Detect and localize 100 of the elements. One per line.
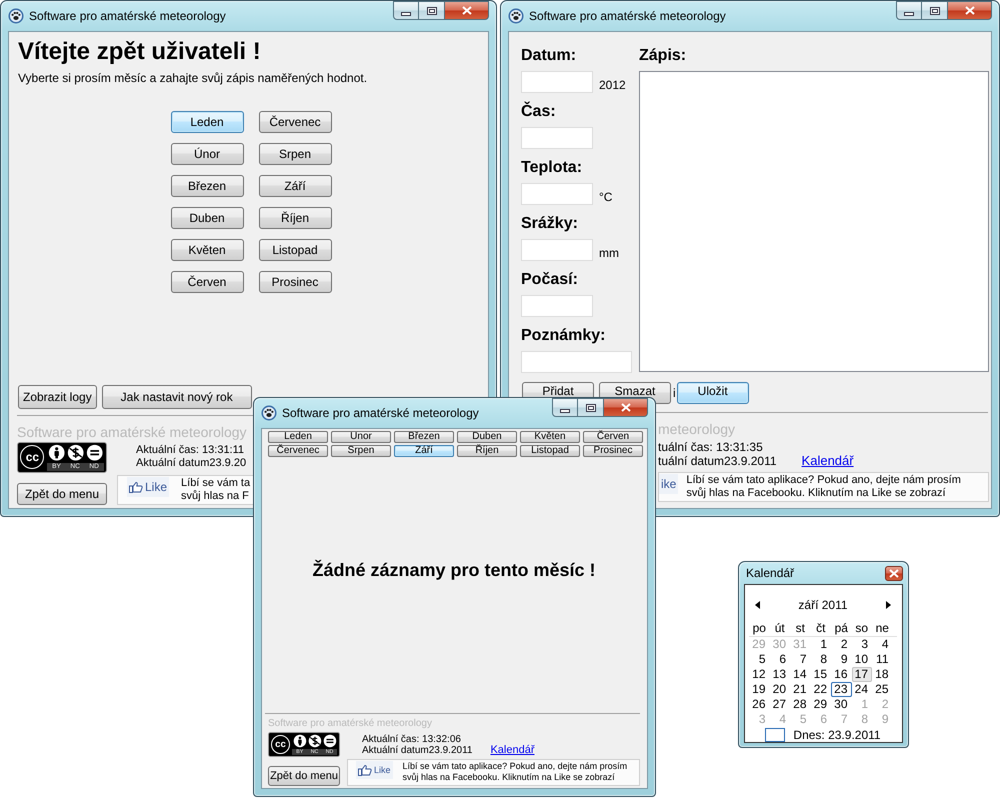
show-logs-button[interactable]: Zobrazit logy bbox=[18, 384, 97, 409]
minimize-button[interactable] bbox=[393, 1, 419, 20]
minimize-icon[interactable] bbox=[560, 408, 570, 412]
minimize-button[interactable] bbox=[552, 398, 578, 417]
month-button[interactable]: Duben bbox=[457, 431, 517, 443]
input-field[interactable] bbox=[521, 183, 593, 205]
maximize-button[interactable] bbox=[578, 398, 604, 417]
calendar-day[interactable]: 15 bbox=[810, 667, 831, 682]
minimize-button[interactable] bbox=[896, 1, 922, 20]
month-button[interactable]: Prosinec bbox=[258, 271, 332, 293]
intro-text: Vyberte si prosím měsíc a zahajte svůj zápis naměřených hodnot. bbox=[18, 71, 368, 85]
back-to-menu-button[interactable]: Zpět do menu bbox=[268, 766, 340, 786]
close-button[interactable] bbox=[604, 398, 648, 417]
month-button[interactable]: Listopad bbox=[520, 445, 580, 457]
calendar-day[interactable]: 7 bbox=[790, 652, 810, 667]
close-button[interactable] bbox=[445, 1, 489, 20]
calendar-day[interactable]: 27 bbox=[770, 697, 790, 712]
today-link[interactable]: Dnes: 23.9.2011 bbox=[793, 728, 881, 742]
calendar-day[interactable]: 6 bbox=[770, 652, 790, 667]
calendar-day[interactable]: 18 bbox=[872, 667, 892, 682]
calendar-day[interactable]: 26 bbox=[749, 697, 770, 712]
back-to-menu-button[interactable]: Zpět do menu bbox=[17, 483, 107, 505]
month-button[interactable]: Leden bbox=[268, 431, 328, 443]
calendar-day[interactable]: 16 bbox=[831, 667, 852, 682]
calendar-link[interactable]: Kalendář bbox=[490, 744, 534, 756]
calendar-day[interactable]: 25 bbox=[872, 682, 892, 697]
right-arrow-icon[interactable] bbox=[886, 601, 891, 609]
calendar-day[interactable]: 4 bbox=[872, 637, 892, 652]
month-button[interactable]: Říjen bbox=[258, 207, 332, 229]
calendar-day[interactable]: 3 bbox=[852, 637, 872, 652]
weekday-label: pá bbox=[834, 621, 849, 636]
month-button[interactable]: Listopad bbox=[258, 239, 332, 261]
input-field[interactable] bbox=[521, 295, 593, 317]
maximize-icon[interactable] bbox=[586, 404, 596, 412]
maximize-button[interactable] bbox=[922, 1, 948, 20]
close-button[interactable] bbox=[885, 566, 903, 581]
text-area-field[interactable] bbox=[639, 71, 989, 372]
maximize-button[interactable] bbox=[419, 1, 445, 20]
month-button[interactable]: Duben bbox=[170, 207, 244, 229]
month-button[interactable]: Říjen bbox=[457, 445, 517, 457]
maximize-icon[interactable] bbox=[426, 6, 436, 14]
current-time: tuální čas: 13:31:35 bbox=[658, 440, 763, 454]
like-button[interactable]: Like bbox=[356, 761, 393, 779]
month-button[interactable]: Prosinec bbox=[583, 445, 643, 457]
calendar-day[interactable]: 29 bbox=[810, 697, 831, 712]
calendar-day[interactable]: 8 bbox=[810, 652, 831, 667]
calendar-day[interactable]: 1 bbox=[810, 637, 831, 652]
calendar-day[interactable]: 5 bbox=[749, 652, 770, 667]
calendar-day[interactable]: 9 bbox=[831, 652, 852, 667]
input-field[interactable] bbox=[521, 239, 593, 261]
month-button[interactable]: Červen bbox=[583, 431, 643, 443]
close-icon[interactable] bbox=[889, 569, 899, 578]
calendar-day[interactable]: 23 bbox=[831, 682, 852, 697]
close-icon[interactable] bbox=[620, 403, 630, 412]
calendar-day[interactable]: 2 bbox=[831, 637, 852, 652]
month-button[interactable]: Červenec bbox=[258, 111, 332, 133]
month-button[interactable]: Květen bbox=[170, 239, 244, 261]
calendar-day[interactable]: 24 bbox=[852, 682, 872, 697]
month-button[interactable]: Leden bbox=[170, 111, 244, 133]
current-date: Aktuální datum23.9.2011 bbox=[362, 744, 472, 756]
month-button[interactable]: Červenec bbox=[268, 445, 328, 457]
calendar-day[interactable]: 13 bbox=[770, 667, 790, 682]
month-button[interactable]: Květen bbox=[520, 431, 580, 443]
close-icon[interactable] bbox=[462, 6, 472, 15]
like-button[interactable]: ike bbox=[659, 474, 678, 494]
input-field[interactable] bbox=[521, 351, 632, 373]
maximize-icon[interactable] bbox=[930, 6, 940, 14]
calendar-day[interactable]: 11 bbox=[872, 652, 892, 667]
calendar-day[interactable]: 20 bbox=[770, 682, 790, 697]
today-marker-icon bbox=[765, 728, 786, 742]
close-button[interactable] bbox=[948, 1, 992, 20]
input-field[interactable] bbox=[521, 127, 593, 149]
calendar-day[interactable]: 14 bbox=[790, 667, 810, 682]
month-button[interactable]: Září bbox=[258, 175, 332, 197]
input-field[interactable] bbox=[521, 71, 593, 93]
month-button[interactable]: Srpen bbox=[258, 143, 332, 165]
minimize-icon[interactable] bbox=[401, 12, 411, 16]
like-button[interactable]: Like bbox=[127, 477, 170, 497]
month-button[interactable]: Červen bbox=[170, 271, 244, 293]
calendar-day[interactable]: 10 bbox=[852, 652, 872, 667]
calendar-day[interactable]: 17 bbox=[852, 667, 872, 682]
calendar-day[interactable]: 22 bbox=[810, 682, 831, 697]
left-arrow-icon[interactable] bbox=[755, 601, 760, 609]
month-button[interactable]: Unor bbox=[331, 431, 391, 443]
month-button[interactable]: Září bbox=[394, 445, 454, 457]
new-year-help-button[interactable]: Jak nastavit nový rok bbox=[102, 384, 252, 409]
month-button[interactable]: Březen bbox=[170, 175, 244, 197]
calendar-day[interactable]: 12 bbox=[749, 667, 770, 682]
close-icon[interactable] bbox=[964, 6, 974, 15]
minimize-icon[interactable] bbox=[904, 12, 914, 16]
action-button[interactable]: Uložit bbox=[676, 382, 749, 404]
calendar-day[interactable]: 19 bbox=[749, 682, 770, 697]
calendar-link[interactable]: Kalendář bbox=[802, 454, 854, 467]
month-button[interactable]: Únor bbox=[170, 143, 244, 165]
month-button[interactable]: Srpen bbox=[331, 445, 391, 457]
calendar-day[interactable]: 30 bbox=[831, 697, 852, 712]
month-button[interactable]: Březen bbox=[394, 431, 454, 443]
weekday-label: čt bbox=[815, 621, 826, 636]
calendar-day[interactable]: 28 bbox=[790, 697, 810, 712]
calendar-day[interactable]: 21 bbox=[790, 682, 810, 697]
